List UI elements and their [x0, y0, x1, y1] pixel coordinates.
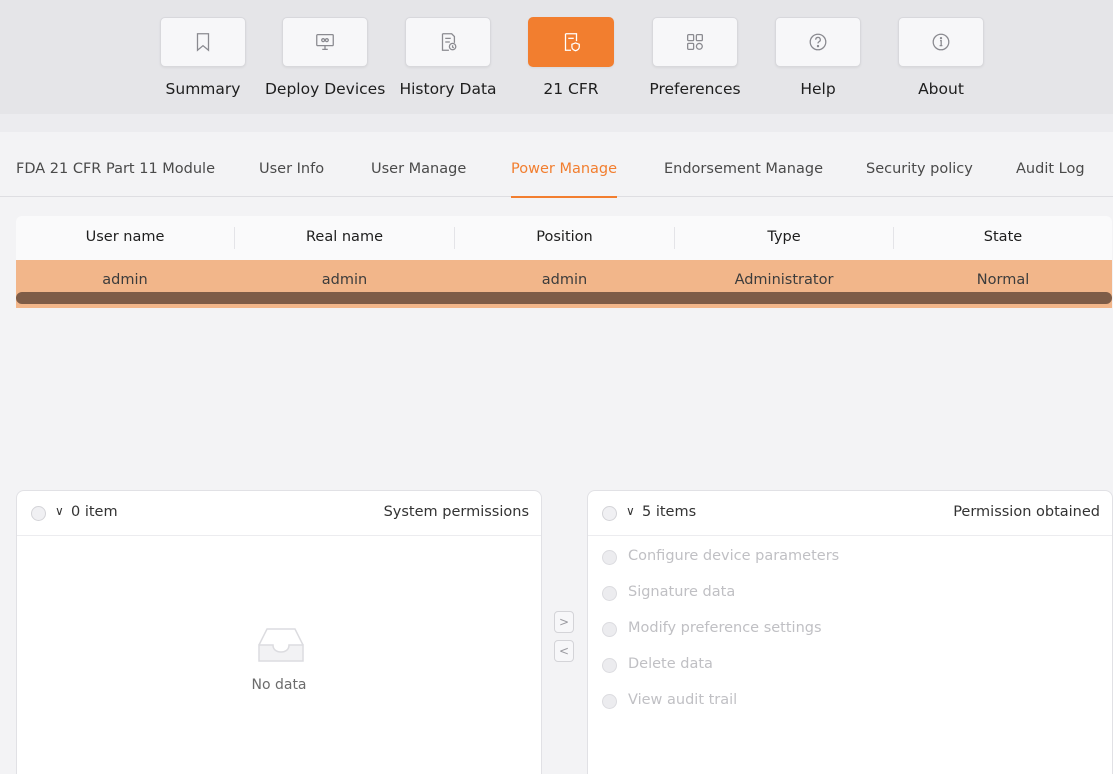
toolbar-help[interactable]: Help — [758, 17, 878, 98]
permission-label: Modify preference settings — [628, 620, 822, 636]
about-label: About — [918, 80, 964, 98]
question-icon — [809, 33, 827, 51]
preferences-label: Preferences — [649, 80, 741, 98]
tab-user-info[interactable]: User Info — [259, 161, 324, 177]
cell-state: Normal — [976, 272, 1030, 288]
tab-power-manage[interactable]: Power Manage — [511, 161, 618, 198]
21-cfr-button[interactable] — [528, 17, 614, 67]
col-state[interactable]: State — [894, 229, 1112, 245]
permission-label: Signature data — [628, 584, 736, 600]
panel-header: ∨ 5 items Permission obtained — [588, 491, 1112, 536]
empty-state-text: No data — [251, 677, 307, 693]
deploy-devices-button[interactable] — [282, 17, 368, 67]
info-icon — [932, 33, 950, 51]
chevron-down-icon[interactable]: ∨ — [626, 504, 635, 518]
permission-label: Configure device parameters — [628, 548, 840, 564]
document-shield-icon — [564, 33, 580, 52]
permission-label: Delete data — [628, 656, 713, 672]
help-button[interactable] — [775, 17, 861, 67]
users-table: User name Real name Position Type State … — [16, 216, 1112, 308]
permission-checkbox[interactable] — [602, 658, 617, 673]
item-count: 5 items — [642, 504, 697, 520]
item-count: 0 item — [71, 504, 118, 520]
select-all-checkbox[interactable] — [31, 506, 46, 521]
chevron-down-icon[interactable]: ∨ — [55, 504, 64, 518]
toolbar-summary[interactable]: Summary — [143, 17, 263, 98]
cell-real-name: admin — [321, 272, 368, 288]
empty-inbox-icon — [258, 628, 304, 662]
permission-obtained-panel: ∨ 5 items Permission obtained Configure … — [587, 490, 1113, 774]
preferences-button[interactable] — [652, 17, 738, 67]
toolbar-history-data[interactable]: History Data — [388, 17, 508, 98]
cell-position: admin — [541, 272, 588, 288]
permission-checkbox[interactable] — [602, 586, 617, 601]
permission-checkbox[interactable] — [602, 550, 617, 565]
table-row[interactable]: admin admin admin Administrator Normal — [16, 260, 1112, 308]
system-permissions-panel: ∨ 0 item System permissions No data — [16, 490, 542, 774]
tab-security-policy[interactable]: Security policy — [866, 161, 973, 177]
table-header: User name Real name Position Type State — [16, 216, 1112, 260]
cell-type: Administrator — [734, 272, 834, 288]
permission-checkbox[interactable] — [602, 622, 617, 637]
main-toolbar: Summary Deploy Devices History Data 21 C… — [0, 0, 1113, 114]
col-user-name[interactable]: User name — [16, 229, 234, 245]
toolbar-preferences[interactable]: Preferences — [635, 17, 755, 98]
transfer-left-button[interactable]: < — [554, 640, 574, 662]
about-button[interactable] — [898, 17, 984, 67]
bookmark-icon — [196, 33, 210, 52]
toolbar-separator — [0, 114, 1113, 132]
panel-title: System permissions — [383, 504, 529, 520]
21-cfr-label: 21 CFR — [543, 80, 599, 98]
document-clock-icon — [441, 33, 457, 51]
panel-header: ∨ 0 item System permissions — [17, 491, 541, 536]
toolbar-21-cfr[interactable]: 21 CFR — [511, 17, 631, 98]
summary-label: Summary — [165, 80, 241, 98]
permission-label: View audit trail — [628, 692, 738, 708]
permission-checkbox[interactable] — [602, 694, 617, 709]
horizontal-scrollbar[interactable] — [16, 292, 1112, 304]
summary-button[interactable] — [160, 17, 246, 67]
monitor-icon — [316, 34, 334, 50]
col-position[interactable]: Position — [455, 229, 674, 245]
toolbar-about[interactable]: About — [881, 17, 1001, 98]
deploy-devices-label: Deploy Devices — [265, 80, 386, 98]
tab-audit-log[interactable]: Audit Log — [1016, 161, 1085, 177]
help-label: Help — [800, 80, 836, 98]
tab-endorsement-manage[interactable]: Endorsement Manage — [664, 161, 823, 177]
tab-fda-module[interactable]: FDA 21 CFR Part 11 Module — [16, 161, 215, 177]
toolbar-deploy-devices[interactable]: Deploy Devices — [265, 17, 385, 98]
history-data-button[interactable] — [405, 17, 491, 67]
transfer-right-button[interactable]: > — [554, 611, 574, 633]
module-tabs: FDA 21 CFR Part 11 Module User Info User… — [0, 150, 1113, 198]
grid-icon — [687, 34, 703, 50]
history-data-label: History Data — [399, 80, 497, 98]
panel-title: Permission obtained — [953, 504, 1100, 520]
col-type[interactable]: Type — [675, 229, 893, 245]
select-all-checkbox[interactable] — [602, 506, 617, 521]
cell-user-name: admin — [102, 272, 148, 288]
tab-user-manage[interactable]: User Manage — [371, 161, 466, 177]
col-real-name[interactable]: Real name — [235, 229, 454, 245]
